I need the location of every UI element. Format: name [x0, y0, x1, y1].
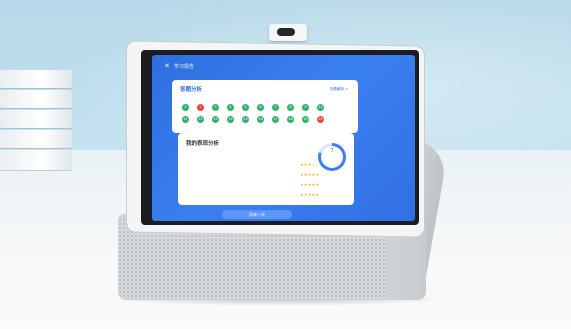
retry-button[interactable]: 再来一次: [222, 210, 292, 219]
star-icon: ★★★★★: [300, 172, 320, 177]
answer-dot-correct[interactable]: 10: [317, 104, 324, 111]
answer-dot-correct[interactable]: 7: [272, 104, 279, 111]
view-analysis-link[interactable]: 查看解析 >: [330, 87, 348, 92]
answer-dot-wrong[interactable]: 20: [317, 116, 324, 123]
book: [0, 110, 72, 128]
answer-dot-correct[interactable]: 13: [212, 116, 219, 123]
score-ring: 7: [318, 143, 346, 171]
product-photo: ✕ 学习报告 答题分析 查看解析 > 1 2 3 4 5 6 7 8 9 10 11 12 13 14 15…: [0, 0, 571, 329]
book: [0, 70, 72, 88]
star-icon: ★★★★★: [300, 182, 320, 187]
score-center: 7: [321, 146, 343, 168]
score-value: 7: [330, 148, 334, 154]
answer-dot-correct[interactable]: 9: [302, 104, 309, 111]
answer-dot-correct[interactable]: 18: [287, 116, 294, 123]
answer-dot-correct[interactable]: 12: [197, 116, 204, 123]
answer-dot-correct[interactable]: 14: [227, 116, 234, 123]
answer-dot-correct[interactable]: 11: [182, 116, 189, 123]
nav-title: 学习报告: [173, 64, 194, 70]
camera-lens-icon: [277, 28, 295, 36]
book: [0, 130, 72, 148]
answer-dot-correct[interactable]: 8: [287, 104, 294, 111]
star-icon: ★★★★★: [300, 192, 320, 197]
answer-dot-correct[interactable]: 6: [257, 104, 264, 111]
card-title: 我的表现分析: [186, 141, 220, 147]
answer-dot-correct[interactable]: 17: [272, 116, 279, 123]
performance-row-rating: ★★★★★: [300, 192, 319, 197]
card-title: 答题分析: [180, 87, 203, 93]
answer-dot-wrong[interactable]: 2: [197, 104, 204, 111]
answer-dot-correct[interactable]: 19: [302, 116, 309, 123]
book-stack: [0, 62, 74, 192]
book: [0, 150, 72, 170]
close-icon[interactable]: ✕: [164, 63, 170, 70]
book: [0, 90, 72, 108]
answer-dot-correct[interactable]: 4: [227, 104, 234, 111]
performance-row-rating: ★★★★★: [300, 182, 319, 187]
answer-dot-correct[interactable]: 3: [212, 104, 219, 111]
performance-row-rating: ★★★★★: [300, 172, 319, 177]
answer-analysis-card: 答题分析 查看解析 > 1 2 3 4 5 6 7 8 9 10 11 12 13 14 15 16 17 18 1…: [172, 80, 358, 133]
answer-dot-correct[interactable]: 1: [182, 104, 189, 111]
answer-dot-correct[interactable]: 5: [242, 104, 249, 111]
screen-nav: ✕ 学习报告: [164, 63, 194, 71]
star-icon: ★★★☆☆: [300, 162, 320, 167]
answer-dot-correct[interactable]: 16: [257, 116, 264, 123]
answer-dot-correct[interactable]: 15: [242, 116, 249, 123]
performance-row-rating: ★★★☆☆: [300, 162, 319, 167]
